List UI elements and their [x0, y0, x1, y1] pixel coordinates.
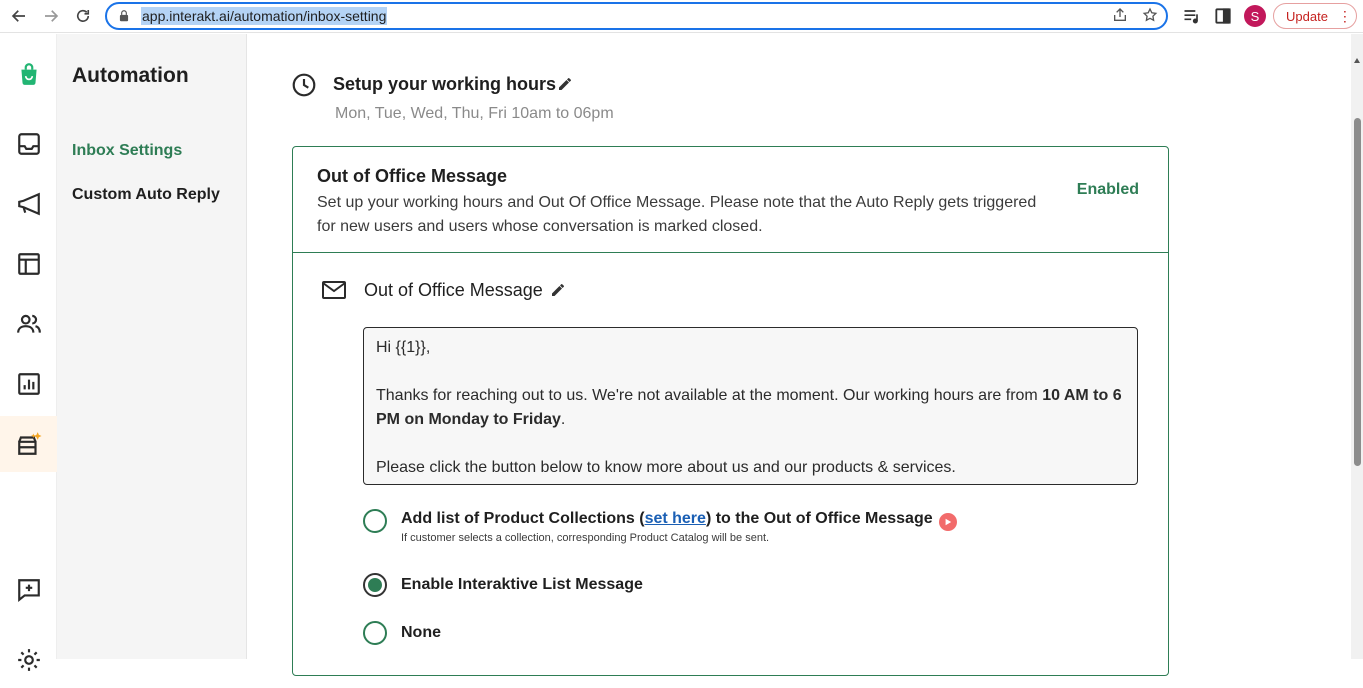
megaphone-icon — [17, 192, 40, 216]
profile-avatar[interactable]: S — [1244, 5, 1266, 27]
main-content: Setup your working hours Mon, Tue, Wed, … — [247, 34, 1351, 676]
scroll-up-arrow[interactable] — [1354, 58, 1360, 63]
message-body: Thanks for reaching out to us. We're not… — [376, 387, 1122, 428]
brand-logo[interactable] — [0, 46, 57, 102]
share-icon[interactable] — [1112, 7, 1128, 23]
inbox-icon — [17, 133, 40, 155]
nav-templates[interactable] — [0, 236, 57, 292]
automation-sidebar: Automation Inbox Settings Custom Auto Re… — [57, 34, 247, 659]
enabled-status[interactable]: Enabled — [1077, 181, 1139, 199]
option-product-collections[interactable]: Add list of Product Collections (set her… — [363, 509, 957, 544]
scroll-thumb[interactable] — [1354, 118, 1361, 466]
mail-icon — [322, 281, 346, 299]
card-description: Set up your working hours and Out Of Off… — [317, 194, 1037, 235]
sidebar-item-inbox-settings[interactable]: Inbox Settings — [72, 142, 182, 160]
nav-contacts[interactable] — [0, 296, 57, 352]
nav-feedback[interactable] — [0, 562, 57, 618]
radio-product-collections[interactable] — [363, 509, 387, 533]
option-label: Add list of Product Collections (set her… — [401, 509, 957, 531]
out-of-office-card: Out of Office Message Set up your workin… — [292, 146, 1169, 676]
set-here-link[interactable]: set here — [645, 510, 706, 527]
more-icon: ⋮ — [1337, 7, 1352, 24]
layout-icon — [17, 253, 40, 275]
browser-toolbar: app.interakt.ai/automation/inbox-setting… — [0, 0, 1363, 33]
shopping-bag-logo-icon — [20, 63, 37, 85]
url-text[interactable]: app.interakt.ai/automation/inbox-setting — [141, 7, 388, 25]
bar-chart-icon — [17, 373, 40, 395]
play-video-icon[interactable] — [938, 513, 957, 531]
nav-inbox[interactable] — [0, 116, 57, 172]
radio-none[interactable] — [363, 621, 387, 645]
working-hours-schedule: Mon, Tue, Wed, Thu, Fri 10am to 06pm — [335, 105, 614, 122]
sidebar-title: Automation — [72, 64, 189, 87]
nav-analytics[interactable] — [0, 356, 57, 412]
lock-icon — [119, 10, 129, 22]
option-none[interactable]: None — [363, 621, 441, 645]
option-label: Enable Interaktive List Message — [401, 576, 643, 593]
edit-working-hours-icon[interactable] — [557, 76, 573, 92]
arrow-right-icon — [45, 10, 59, 22]
nav-automation[interactable] — [0, 416, 57, 472]
nav-campaigns[interactable] — [0, 176, 57, 232]
option-list-message[interactable]: Enable Interaktive List Message — [363, 573, 643, 597]
magic-store-icon — [17, 432, 42, 455]
address-bar[interactable]: app.interakt.ai/automation/inbox-setting — [105, 2, 1168, 30]
radio-list-message[interactable] — [363, 573, 387, 597]
clock-icon — [292, 73, 316, 97]
app-icon-rail — [0, 34, 57, 671]
update-button[interactable]: Update ⋮ — [1273, 3, 1357, 29]
users-icon — [16, 314, 41, 333]
media-queue-icon[interactable] — [1182, 6, 1202, 26]
page-scrollbar[interactable] — [1351, 34, 1363, 659]
message-greeting: Hi {{1}}, — [376, 339, 431, 356]
card-header: Out of Office Message Set up your workin… — [293, 147, 1168, 253]
forward-button[interactable] — [38, 4, 64, 28]
nav-settings[interactable] — [0, 632, 57, 688]
arrow-left-icon — [11, 10, 25, 22]
chat-plus-icon — [17, 579, 40, 603]
card-title: Out of Office Message — [317, 166, 508, 186]
option-label: None — [401, 624, 441, 641]
side-panel-icon[interactable] — [1213, 6, 1233, 26]
working-hours-title: Setup your working hours — [333, 74, 557, 94]
edit-message-icon[interactable] — [550, 282, 566, 298]
back-button[interactable] — [6, 4, 32, 28]
gear-icon — [17, 649, 40, 671]
message-closing: Please click the button below to know mo… — [376, 459, 956, 476]
message-title: Out of Office Message — [364, 280, 543, 300]
option-hint: If customer selects a collection, corres… — [401, 532, 770, 544]
reload-icon — [76, 9, 90, 22]
reload-button[interactable] — [70, 4, 96, 28]
message-preview: Hi {{1}}, Thanks for reaching out to us.… — [363, 327, 1138, 485]
sidebar-item-custom-auto-reply[interactable]: Custom Auto Reply — [72, 186, 220, 204]
star-icon[interactable] — [1142, 7, 1158, 23]
update-label: Update — [1286, 8, 1328, 24]
